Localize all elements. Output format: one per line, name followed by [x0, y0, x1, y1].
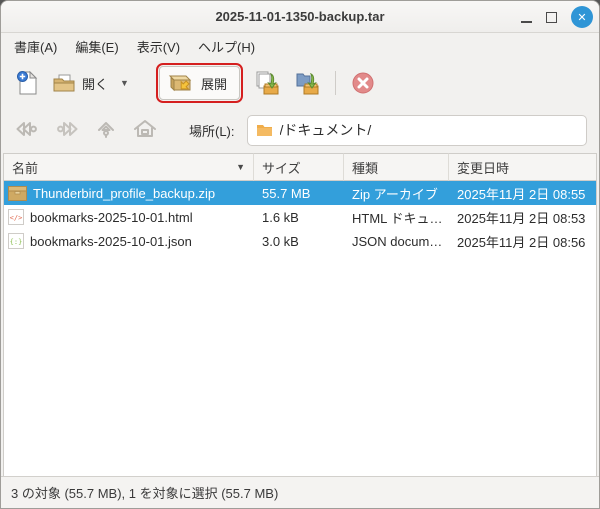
window-title: 2025-11-01-1350-backup.tar: [215, 9, 384, 24]
file-list-area: 名前 ▼ サイズ 種類 変更日時 Thunderbird_profile_: [3, 153, 597, 476]
back-button[interactable]: [9, 112, 45, 149]
extract-box-icon: [168, 72, 194, 94]
add-folder-button[interactable]: [287, 64, 327, 102]
svg-text:{:}: {:}: [10, 238, 23, 246]
stop-button[interactable]: [344, 65, 382, 101]
file-type: HTML ドキュ…: [344, 208, 449, 227]
column-header-type[interactable]: 種類: [344, 153, 449, 181]
new-archive-icon: [16, 70, 38, 96]
file-name: bookmarks-2025-10-01.json: [30, 234, 192, 249]
svg-text:</>: </>: [10, 214, 23, 222]
window-controls: ✕: [521, 1, 593, 33]
extract-annotation-highlight: 展開: [156, 63, 243, 103]
table-row[interactable]: {:} bookmarks-2025-10-01.json 3.0 kB JSO…: [4, 229, 596, 253]
maximize-icon[interactable]: [546, 12, 557, 23]
column-header-name[interactable]: 名前 ▼: [4, 153, 254, 181]
up-button[interactable]: [89, 112, 123, 149]
file-size: 3.0 kB: [254, 234, 344, 249]
status-text: 3 の対象 (55.7 MB), 1 を対象に選択 (55.7 MB): [11, 483, 278, 502]
table-header: 名前 ▼ サイズ 種類 変更日時: [4, 153, 596, 181]
statusbar: 3 の対象 (55.7 MB), 1 を対象に選択 (55.7 MB): [1, 476, 599, 508]
location-bar: 場所(L):: [1, 107, 599, 153]
menu-edit[interactable]: 編集(E): [66, 33, 127, 60]
open-dropdown-button[interactable]: ▼: [115, 72, 134, 94]
location-entry: [247, 115, 587, 146]
open-button-label: 開く: [82, 74, 108, 93]
file-size: 1.6 kB: [254, 210, 344, 225]
file-name: bookmarks-2025-10-01.html: [30, 210, 193, 225]
new-archive-button[interactable]: [9, 64, 45, 102]
forward-icon: [54, 117, 80, 141]
toolbar: 開く ▼ 展開: [1, 59, 599, 107]
location-input[interactable]: [280, 122, 578, 138]
menu-view[interactable]: 表示(V): [128, 33, 189, 60]
json-file-icon: {:}: [8, 233, 24, 249]
file-modified: 2025年11月 2日 08:56: [449, 232, 596, 251]
file-size: 55.7 MB: [254, 186, 344, 201]
column-header-modified[interactable]: 変更日時: [449, 153, 596, 181]
location-label: 場所(L):: [189, 121, 235, 140]
menubar: 書庫(A) 編集(E) 表示(V) ヘルプ(H): [1, 33, 599, 59]
menu-help[interactable]: ヘルプ(H): [189, 33, 264, 60]
menu-archive[interactable]: 書庫(A): [5, 33, 66, 60]
add-files-icon: [254, 70, 280, 96]
archive-manager-window: 2025-11-01-1350-backup.tar ✕ 書庫(A) 編集(E)…: [0, 0, 600, 509]
add-folder-icon: [294, 70, 320, 96]
close-icon[interactable]: ✕: [571, 6, 593, 28]
titlebar: 2025-11-01-1350-backup.tar ✕: [1, 1, 599, 33]
back-icon: [14, 117, 40, 141]
table-row[interactable]: </> bookmarks-2025-10-01.html 1.6 kB HTM…: [4, 205, 596, 229]
zip-archive-icon: [8, 186, 27, 201]
extract-button-label: 展開: [201, 74, 227, 93]
toolbar-separator: [335, 71, 336, 95]
chevron-down-icon: ▼: [120, 78, 129, 88]
file-modified: 2025年11月 2日 08:55: [449, 184, 596, 203]
add-files-button[interactable]: [247, 64, 287, 102]
home-button[interactable]: [127, 112, 163, 149]
extract-button[interactable]: 展開: [159, 66, 240, 100]
column-header-size[interactable]: サイズ: [254, 153, 344, 181]
open-archive-button[interactable]: 開く: [45, 66, 115, 100]
sort-descending-icon: ▼: [236, 162, 245, 172]
file-name: Thunderbird_profile_backup.zip: [33, 186, 215, 201]
file-type: JSON docum…: [344, 234, 449, 249]
up-icon: [94, 117, 118, 141]
home-icon: [132, 117, 158, 141]
forward-button[interactable]: [49, 112, 85, 149]
folder-icon: [256, 123, 273, 137]
minimize-icon[interactable]: [521, 12, 532, 23]
table-row[interactable]: Thunderbird_profile_backup.zip 55.7 MB Z…: [4, 181, 596, 205]
file-type: Zip アーカイブ: [344, 184, 449, 203]
file-modified: 2025年11月 2日 08:53: [449, 208, 596, 227]
table-body: Thunderbird_profile_backup.zip 55.7 MB Z…: [4, 181, 596, 476]
stop-icon: [351, 71, 375, 95]
open-archive-icon: [52, 72, 76, 94]
html-file-icon: </>: [8, 209, 24, 225]
